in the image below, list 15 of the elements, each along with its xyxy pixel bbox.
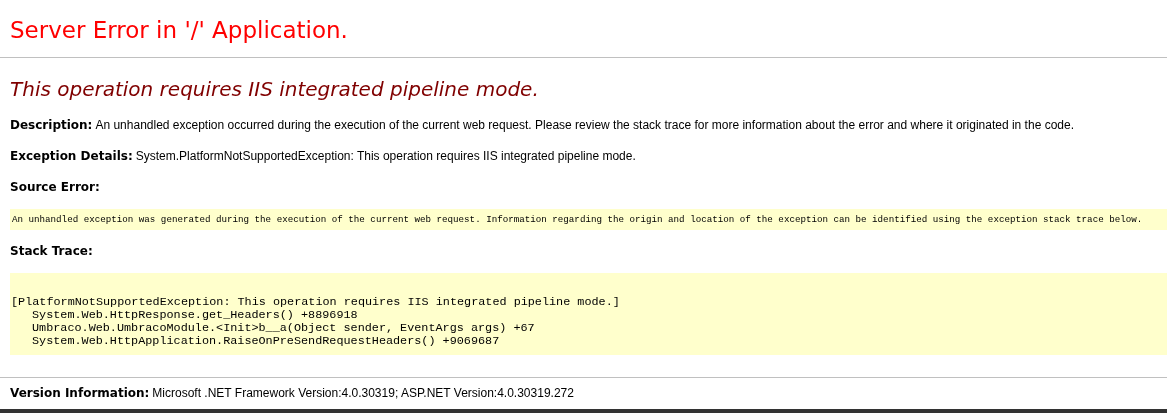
version-text: Microsoft .NET Framework Version:4.0.30319; ASP.NET Version:4.0.30319.272 [152, 386, 574, 400]
field-label: Exception Details: [10, 149, 133, 163]
stack-trace-line: System.Web.HttpResponse.get_Headers() +8896918 [31, 309, 359, 322]
page-title: Server Error in '/' Application. [10, 16, 349, 44]
field-text: An unhandled exception occurred during the execution of the current web request. Please review the stack trace for more information about the error and where it originated in the code. [95, 118, 1074, 132]
version-label: Version Information: [10, 386, 150, 400]
section-label: Source Error: [10, 180, 100, 194]
source-error-box: An unhandled exception was generated during the execution of the current web request. Information regarding the origin and location of the exception can be identified using the exception stack trace below. [10, 209, 1167, 230]
field-text: System.PlatformNotSupportedException: This operation requires IIS integrated pipeline mode. [135, 149, 636, 163]
stack-trace-line: [PlatformNotSupportedException: This operation requires IIS integrated pipeline mode.] [11, 296, 621, 309]
stack-trace-line: System.Web.HttpApplication.RaiseOnPreSendRequestHeaders() +9069687 [31, 335, 501, 348]
section-label: Stack Trace: [10, 244, 93, 258]
stack-trace-line: Umbraco.Web.UmbracoModule.<Init>b__a(Object sender, EventArgs args) +67 [31, 322, 536, 335]
error-heading: This operation requires IIS integrated pipeline mode. [10, 76, 540, 102]
field-label: Description: [10, 118, 93, 132]
